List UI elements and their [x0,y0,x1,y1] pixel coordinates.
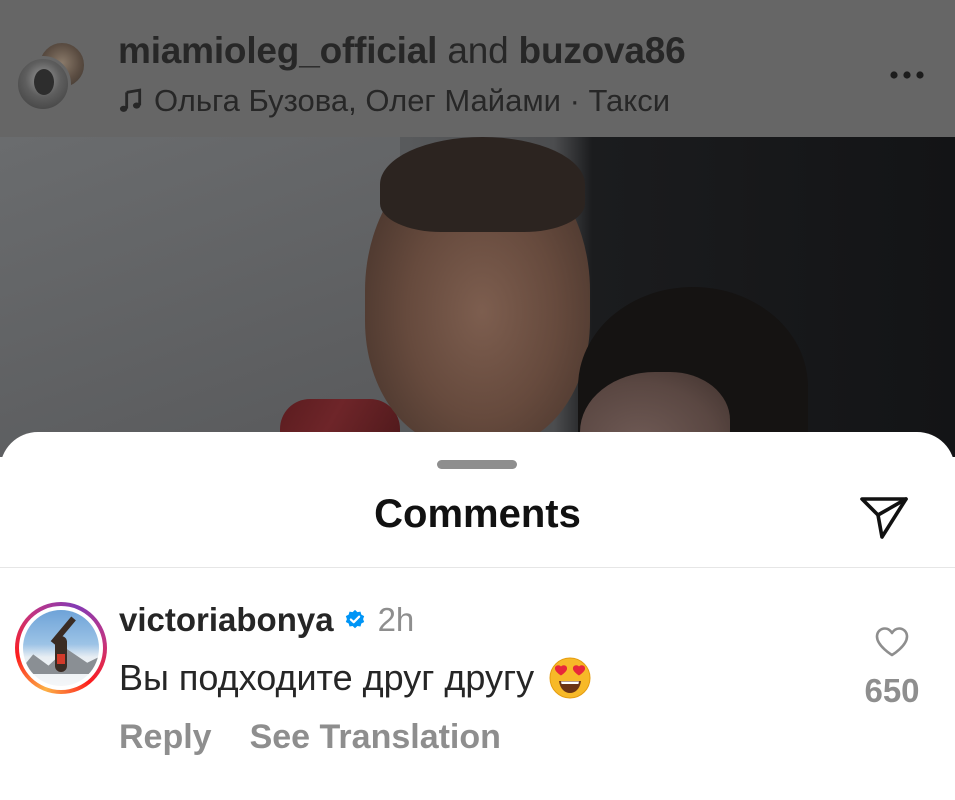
send-paper-plane-icon[interactable] [858,495,910,541]
more-horizontal-icon[interactable] [889,70,925,80]
heart-eyes-emoji-icon [549,657,591,699]
comment-body: Вы подходите друг другу [119,656,592,700]
post-photo [0,137,955,457]
owner-join-text: and [447,30,509,71]
collab-avatar-primary [15,56,71,112]
post-music[interactable]: Ольга Бузова, Олег Майами · Такси [118,83,670,119]
comment-timestamp: 2h [377,601,415,638]
post-owner-avatars[interactable] [15,40,89,114]
like-count: 650 [864,672,920,709]
comment-actions: Reply See Translation [119,718,501,757]
comments-sheet: Comments victoriabonya 2h Вы подходите д… [0,432,955,800]
commenter-username[interactable]: victoriabonya [119,601,334,639]
owner-primary-link[interactable]: miamioleg_official [118,30,437,71]
owner-secondary-link[interactable]: buzova86 [519,30,686,71]
verified-badge-icon [345,609,364,629]
music-track-label: Ольга Бузова, Олег Майами · Такси [154,83,671,118]
commenter-avatar[interactable] [15,602,107,694]
reply-button[interactable]: Reply [119,718,212,757]
post-owners: miamioleg_official and buzova86 [118,30,686,72]
comment-item: victoriabonya 2h Вы подходите друг другу… [0,568,955,800]
sheet-grabber-handle[interactable] [437,460,517,469]
comment-text: Вы подходите друг другу [119,657,535,698]
post-header: miamioleg_official and buzova86 Ольга Бу… [0,0,955,137]
music-note-icon [119,88,142,112]
see-translation-button[interactable]: See Translation [250,718,501,757]
sheet-title: Comments [374,492,581,536]
comment-header: victoriabonya 2h [119,601,414,639]
heart-outline-icon[interactable] [874,626,910,658]
